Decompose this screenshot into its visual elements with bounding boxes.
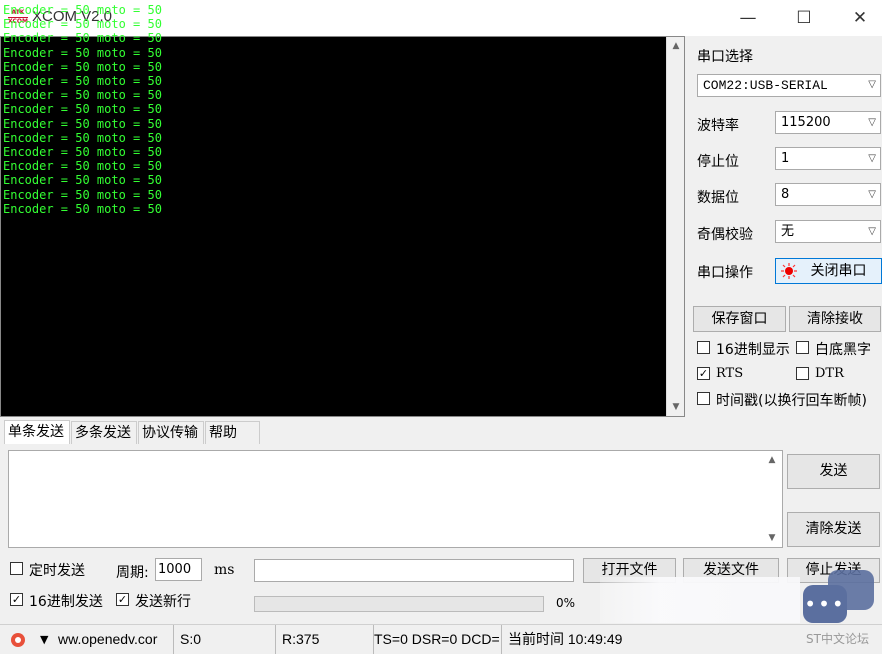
white-bg-label: 白底黑字 [815,342,871,358]
receive-line: Encoder = 50 moto = 50 [3,187,162,202]
status-bar: ▼ ww.openedv.cor S:0 R:375 TS=0 DSR=0 DC… [0,624,882,654]
receive-line: Encoder = 50 moto = 50 [3,31,162,46]
send-input[interactable] [8,450,783,548]
baud-select[interactable]: 115200 ▽ [775,111,881,134]
line-signals: TS=0 DSR=0 DCD= [374,625,502,654]
timed-send-checkbox[interactable] [10,562,23,575]
send-tabs: 单条发送 多条发送 协议传输 帮助 [0,420,882,444]
receive-line: Encoder = 50 moto = 50 [3,88,162,103]
scroll-up-icon[interactable]: ▲ [762,451,782,469]
tab-help[interactable]: 帮助 [205,421,260,444]
parity-select-value: 无 [781,224,795,239]
receive-line: Encoder = 50 moto = 50 [3,45,162,60]
hex-display-checkbox[interactable] [697,341,710,354]
send-button[interactable]: 发送 [787,454,880,489]
save-window-button[interactable]: 保存窗口 [693,306,786,332]
maximize-button[interactable]: ☐ [776,0,832,36]
receive-line: Encoder = 50 moto = 50 [3,130,162,145]
receive-text: Encoder = 50 moto = 50 Encoder = 50 moto … [3,3,162,216]
stop-bits-select[interactable]: 1 ▽ [775,147,881,170]
baud-label: 波特率 [697,118,739,134]
receive-line: Encoder = 50 moto = 50 [3,145,162,160]
port-select[interactable]: COM22:USB-SERIAL ▽ [697,74,881,97]
chevron-down-icon: ▽ [868,226,876,237]
period-input[interactable]: 1000 [155,558,202,581]
tab-multi-send[interactable]: 多条发送 [71,421,137,444]
rts-label: RTS [716,366,744,381]
data-bits-label: 数据位 [697,190,739,206]
tab-protocol[interactable]: 协议传输 [138,421,204,444]
dropdown-arrow-icon[interactable]: ▼ [40,633,48,646]
hex-display-label: 16进制显示 [716,342,790,358]
data-bits-select[interactable]: 8 ▽ [775,183,881,206]
minimize-button[interactable]: — [720,0,776,36]
website-link[interactable]: ww.openedv.cor [54,625,174,654]
send-progress-bar [254,596,544,612]
port-op-label: 串口操作 [697,265,753,281]
receive-line: Encoder = 50 moto = 50 [3,74,162,89]
receive-line: Encoder = 50 moto = 50 [3,201,162,216]
dtr-label: DTR [815,366,844,381]
period-unit: ms [214,562,235,578]
stop-bits-select-value: 1 [781,151,790,166]
chevron-down-icon: ▽ [868,189,876,200]
scroll-down-icon[interactable]: ▼ [667,398,685,416]
baud-select-value: 115200 [781,115,831,130]
received-count: R:375 [278,625,374,654]
receive-line: Encoder = 50 moto = 50 [3,159,162,174]
rts-checkbox[interactable]: ✓ [697,367,710,380]
parity-label: 奇偶校验 [697,227,753,243]
sent-count: S:0 [176,625,276,654]
clear-receive-button[interactable]: 清除接收 [789,306,881,332]
port-select-value: COM22:USB-SERIAL [703,78,828,93]
chat-dots-icon: ••• [804,592,846,616]
tab-single-send[interactable]: 单条发送 [4,420,70,444]
chevron-down-icon: ▽ [868,153,876,164]
chevron-down-icon: ▽ [868,117,876,128]
scroll-down-icon[interactable]: ▼ [762,529,782,547]
current-time: 当前时间 10:49:49 [508,631,623,647]
led-indicator-icon [781,263,797,279]
blur-overlay [600,577,800,623]
receive-line: Encoder = 50 moto = 50 [3,3,162,17]
hex-send-checkbox[interactable]: ✓ [10,593,23,606]
timed-send-label: 定时发送 [29,563,85,579]
send-newline-label: 发送新行 [135,594,191,610]
timestamp-label: 时间戳(以换行回车断帧) [716,393,867,409]
chevron-down-icon: ▽ [868,80,876,91]
receive-line: Encoder = 50 moto = 50 [3,17,162,32]
receive-line: Encoder = 50 moto = 50 [3,173,162,188]
white-bg-checkbox[interactable] [796,341,809,354]
receive-line: Encoder = 50 moto = 50 [3,59,162,74]
send-newline-checkbox[interactable]: ✓ [116,593,129,606]
timestamp-checkbox[interactable] [697,392,710,405]
close-button[interactable]: ✕ [832,0,882,36]
forum-watermark: ST中文论坛 [806,632,869,646]
receive-scrollbar[interactable]: ▲ ▼ [666,37,684,416]
send-scrollbar[interactable]: ▲ ▼ [762,451,782,547]
clear-send-button[interactable]: 清除发送 [787,512,880,547]
parity-select[interactable]: 无 ▽ [775,220,881,243]
dtr-checkbox[interactable] [796,367,809,380]
receive-line: Encoder = 50 moto = 50 [3,116,162,131]
settings-gear-icon[interactable] [10,632,26,648]
port-label: 串口选择 [697,49,753,65]
period-label: 周期: [116,565,149,581]
hex-send-label: 16进制发送 [29,594,103,610]
file-path-input[interactable] [254,559,574,582]
receive-line: Encoder = 50 moto = 50 [3,102,162,117]
progress-text: 0% [556,596,576,610]
stop-bits-label: 停止位 [697,154,739,170]
data-bits-select-value: 8 [781,187,790,202]
scroll-up-icon[interactable]: ▲ [667,37,685,55]
